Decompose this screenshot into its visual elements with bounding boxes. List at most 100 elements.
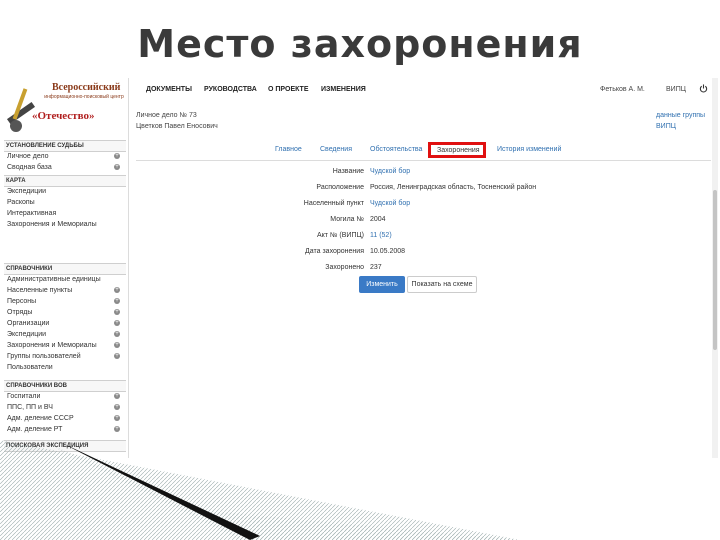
tab-main[interactable]: Главное	[275, 146, 302, 153]
add-icon[interactable]: +	[114, 342, 120, 348]
add-icon[interactable]: +	[114, 331, 120, 337]
sidebar-section-title: КАРТА	[4, 175, 126, 187]
sidebar-item[interactable]: Интерактивная	[4, 209, 126, 220]
sidebar-item[interactable]: Раскопы	[4, 198, 126, 209]
slide-title: Место захоронения	[137, 22, 583, 66]
sidebar-item[interactable]: Адм. деление СССР +	[4, 414, 126, 425]
tab-circumstances[interactable]: Обстоятельства	[370, 146, 422, 153]
nav-guides[interactable]: РУКОВОДСТВА	[204, 86, 257, 93]
sidebar-item-label: Населенные пункты	[7, 287, 73, 294]
sidebar-item[interactable]: Персоны +	[4, 297, 126, 308]
sidebar-item[interactable]: Сводная база +	[4, 163, 126, 174]
sidebar-section: УСТАНОВЛЕНИЕ СУДЬБЫ Личное дело + Сводная б…	[4, 140, 126, 174]
sidebar-item-label: Пользователи	[7, 364, 53, 371]
sidebar-item-label: Отряды	[7, 309, 33, 316]
group-org-link[interactable]: ВИПЦ	[656, 121, 705, 132]
sidebar-item-label: Адм. деление СССР	[7, 415, 74, 422]
add-icon[interactable]: +	[114, 404, 120, 410]
form-row: Расположение Россия, Ленинградская област…	[180, 184, 600, 196]
add-icon[interactable]: +	[114, 153, 120, 159]
screenshot-panel: Всероссийский информационно-поисковый це…	[0, 78, 720, 458]
sidebar-item-label: Интерактивная	[7, 210, 57, 217]
form-label: Дата захоронения	[305, 248, 364, 255]
nav-documents[interactable]: ДОКУМЕНТЫ	[146, 86, 192, 93]
form-row: Дата захоронения 10.05.2008	[180, 248, 600, 260]
show-map-button[interactable]: Показать на схеме	[407, 276, 477, 293]
sidebar-item[interactable]: Личное дело +	[4, 152, 126, 163]
tab-burials[interactable]: Захоронения	[428, 142, 486, 158]
form-value[interactable]: Чудской бор	[370, 168, 410, 175]
sidebar-item[interactable]: Административные единицы	[4, 275, 126, 286]
sidebar-item-label: Административные единицы	[7, 276, 101, 283]
sidebar-item[interactable]: Адм. деление РТ +	[4, 425, 126, 436]
tab-history[interactable]: История изменений	[497, 146, 561, 153]
group-data-link[interactable]: данные группы	[656, 110, 705, 121]
add-icon[interactable]: +	[114, 320, 120, 326]
add-icon[interactable]: +	[114, 426, 120, 432]
add-icon[interactable]: +	[114, 309, 120, 315]
sidebar-item-label: Группы пользователей	[7, 353, 81, 360]
sidebar-item-label: Раскопы	[7, 199, 35, 206]
form-label: Название	[332, 168, 364, 175]
sidebar-item[interactable]: ППС, ПП и ВЧ +	[4, 403, 126, 414]
sidebar-item-label: Госпитали	[7, 393, 41, 400]
form-row: Населенный пункт Чудской бор	[180, 200, 600, 212]
sidebar-item-label: Экспедиции	[7, 331, 47, 338]
form-label: Населенный пункт	[303, 200, 364, 207]
form-value: 2004	[370, 216, 386, 223]
form-label: Акт № (ВИПЦ)	[317, 232, 364, 239]
nav-about[interactable]: О ПРОЕКТЕ	[268, 86, 309, 93]
add-icon[interactable]: +	[114, 298, 120, 304]
form-label: Захоронено	[325, 264, 364, 271]
sidebar-item[interactable]: Экспедиции	[4, 187, 126, 198]
sidebar-item-label: Адм. деление РТ	[7, 426, 63, 433]
add-icon[interactable]: +	[114, 415, 120, 421]
case-info: Личное дело № 73 Цветков Павел Еносович	[136, 110, 218, 132]
form-value[interactable]: 11 (52)	[370, 232, 392, 239]
logo-emblem-icon	[6, 88, 36, 132]
sidebar-item[interactable]: Организации +	[4, 319, 126, 330]
sidebar-section-title: СПРАВОЧНИКИ	[4, 263, 126, 275]
form-row: Захоронено 237	[180, 264, 600, 276]
add-icon[interactable]: +	[114, 164, 120, 170]
form-row: Акт № (ВИПЦ) 11 (52)	[180, 232, 600, 244]
scrollbar-thumb[interactable]	[713, 190, 717, 350]
group-links: данные группы ВИПЦ	[656, 110, 705, 132]
add-icon[interactable]: +	[114, 393, 120, 399]
sidebar-item-label: Персоны	[7, 298, 37, 305]
form-label: Расположение	[316, 184, 364, 191]
form-value: 10.05.2008	[370, 248, 406, 255]
logo-line3: «Отечество»	[32, 110, 95, 122]
sidebar-section: КАРТА Экспедиции Раскопы Интерактивная Захор…	[4, 175, 126, 231]
case-number: Личное дело № 73	[136, 112, 197, 119]
sidebar-item[interactable]: Отряды +	[4, 308, 126, 319]
add-icon[interactable]: +	[114, 287, 120, 293]
sidebar-item[interactable]: Группы пользователей +	[4, 352, 126, 363]
sidebar-item[interactable]: Госпитали +	[4, 392, 126, 403]
form-value[interactable]: Чудской бор	[370, 200, 410, 207]
sidebar-item[interactable]: Пользователи	[4, 363, 126, 374]
nav-changes[interactable]: ИЗМЕНЕНИЯ	[321, 86, 366, 93]
sidebar-section-title: СПРАВОЧНИКИ ВОВ	[4, 380, 126, 392]
sidebar-item-label: Сводная база	[7, 164, 52, 171]
person-name: Цветков Павел Еносович	[136, 123, 218, 130]
tab-info[interactable]: Сведения	[320, 146, 352, 153]
user-name[interactable]: Фетьков А. М.	[600, 86, 645, 93]
sidebar-item[interactable]: Захоронения и Мемориалы	[4, 220, 126, 231]
user-org[interactable]: ВИПЦ	[666, 86, 686, 93]
sidebar-item[interactable]: Населенные пункты +	[4, 286, 126, 297]
form-row: Могила № 2004	[180, 216, 600, 228]
edit-button[interactable]: Изменить	[359, 276, 405, 293]
add-icon[interactable]: +	[114, 353, 120, 359]
sidebar-item[interactable]: Захоронения и Мемориалы +	[4, 341, 126, 352]
logo: Всероссийский информационно-поисковый це…	[2, 80, 126, 138]
sidebar-item-label: ППС, ПП и ВЧ	[7, 404, 53, 411]
top-navigation: ДОКУМЕНТЫ РУКОВОДСТВА О ПРОЕКТЕ ИЗМЕНЕНИ…	[136, 84, 716, 98]
form-value: Россия, Ленинградская область, Тосненски…	[370, 184, 537, 191]
sidebar-section-title: УСТАНОВЛЕНИЕ СУДЬБЫ	[4, 140, 126, 152]
sidebar-item[interactable]: Экспедиции +	[4, 330, 126, 341]
sidebar-item-label: Захоронения и Мемориалы	[7, 221, 97, 228]
tab-bar: Главное Сведения Обстоятельства Захороне…	[136, 142, 711, 161]
sidebar-item-label: Захоронения и Мемориалы	[7, 342, 97, 349]
power-icon[interactable]	[699, 84, 708, 93]
